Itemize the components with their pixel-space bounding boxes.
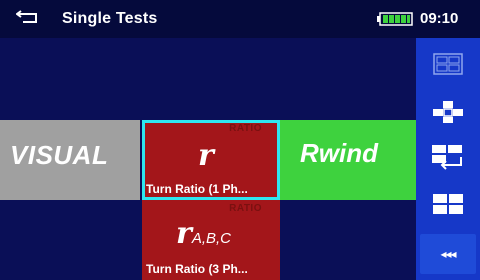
tile-symbol: rA,B,C: [176, 216, 231, 251]
clock: 09:10: [420, 10, 459, 27]
grid-view-icon: [433, 53, 463, 75]
swap-view-button[interactable]: [420, 138, 476, 178]
tile-view-button[interactable]: [420, 184, 476, 224]
header-bar: Single Tests 09:10: [0, 0, 480, 38]
side-toolbar: ◂◂◂: [416, 38, 480, 280]
ratio-tag: RATIO: [229, 203, 262, 214]
tile-rwind[interactable]: Rwind: [280, 120, 416, 200]
tile-view-icon: [433, 194, 463, 214]
tile-visual[interactable]: VISUAL: [0, 120, 140, 200]
back-arrow-icon: [16, 10, 37, 23]
more-button[interactable]: ◂◂◂: [420, 234, 476, 274]
tile-turn-ratio-1ph[interactable]: RATIO r Turn Ratio (1 Ph...: [142, 120, 280, 200]
cross-view-button[interactable]: [420, 92, 476, 132]
tile-turn-ratio-3ph[interactable]: RATIO rA,B,C Turn Ratio (3 Ph...: [142, 200, 280, 280]
symbol-main: r: [176, 216, 192, 251]
tile-visual-label: VISUAL: [10, 140, 109, 170]
back-button[interactable]: [12, 4, 46, 30]
ratio-tag: RATIO: [229, 123, 262, 134]
swap-view-icon: [432, 145, 462, 170]
tile-symbol: r: [198, 138, 214, 173]
cross-view-icon: [433, 101, 463, 123]
tile-caption: Turn Ratio (1 Ph...: [146, 182, 248, 196]
page-title: Single Tests: [62, 10, 158, 27]
grid-view-button[interactable]: [420, 44, 476, 84]
more-icon: ◂◂◂: [440, 247, 456, 261]
battery-icon: [377, 12, 413, 26]
tile-rwind-label: Rwind: [300, 138, 378, 168]
symbol-subscript: A,B,C: [191, 230, 231, 247]
tile-caption: Turn Ratio (3 Ph...: [146, 262, 248, 276]
